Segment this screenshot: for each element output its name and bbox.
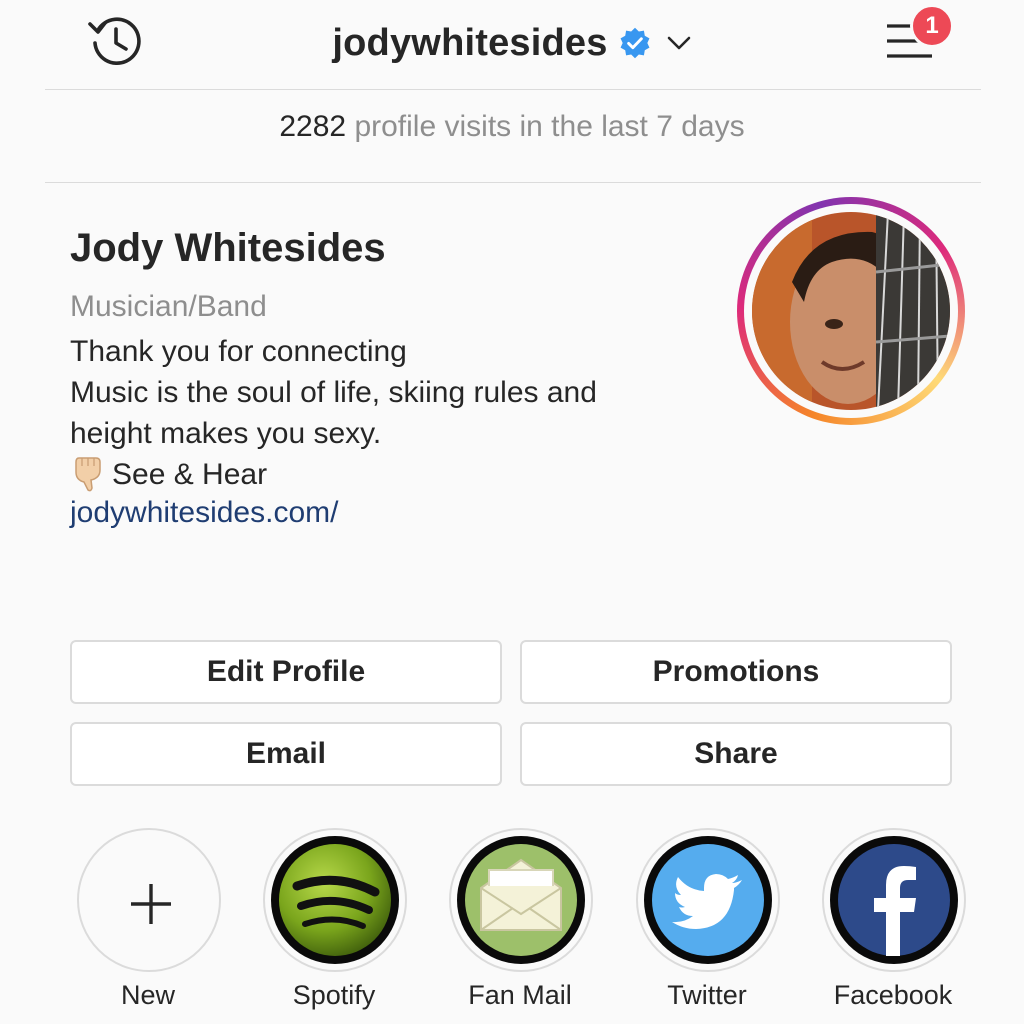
- highlight-label: Facebook: [833, 980, 953, 1010]
- avatar-photo-icon: [752, 212, 950, 410]
- divider: [45, 182, 981, 183]
- highlight-label: Twitter: [667, 980, 747, 1010]
- website-link[interactable]: jodywhitesides.com/: [70, 496, 338, 530]
- highlight-spotify[interactable]: Spotify: [259, 826, 409, 1016]
- avatar: [752, 212, 950, 410]
- highlight-facebook[interactable]: Facebook: [818, 826, 968, 1016]
- spotify-logo: [271, 836, 399, 964]
- highlight-cover: [263, 828, 407, 972]
- highlight-cover: [449, 828, 593, 972]
- highlight-label: Fan Mail: [468, 980, 572, 1010]
- notification-badge: 1: [910, 4, 954, 48]
- profile-name: Jody Whitesides: [70, 226, 386, 270]
- highlight-label: Spotify: [292, 980, 376, 1010]
- avatar-ring-gap: [744, 204, 958, 418]
- pointing-down-hand-icon: [75, 457, 101, 492]
- highlight-label: New: [120, 980, 175, 1010]
- facebook-f-icon: [830, 836, 958, 964]
- share-button[interactable]: Share: [520, 722, 952, 786]
- highlight-new[interactable]: New: [73, 826, 223, 1016]
- verified-badge-icon: [620, 27, 650, 59]
- avatar-story-ring[interactable]: [737, 197, 965, 425]
- email-button[interactable]: Email: [70, 722, 502, 786]
- bio-line: See & Hear: [70, 454, 690, 495]
- bio-line: Thank you for connecting: [70, 335, 407, 368]
- chevron-down-icon: [667, 36, 690, 50]
- username-title: jodywhitesides: [332, 21, 608, 64]
- profile-bio: Thank you for connecting Music is the so…: [70, 331, 690, 495]
- top-bar: jodywhitesides 1: [0, 0, 1024, 88]
- highlight-cover: [636, 828, 780, 972]
- highlight-cover: [822, 828, 966, 972]
- visit-text: profile visits in the last 7 days: [346, 110, 745, 143]
- account-switcher[interactable]: jodywhitesides: [0, 18, 1024, 68]
- profile-visits-insight[interactable]: 2282 profile visits in the last 7 days: [0, 110, 1024, 156]
- twitter-bird-icon: [644, 836, 772, 964]
- plus-icon: [131, 884, 171, 924]
- highlight-cover: [77, 828, 221, 972]
- highlight-twitter[interactable]: Twitter: [632, 826, 782, 1016]
- edit-profile-button[interactable]: Edit Profile: [70, 640, 502, 704]
- profile-category: Musician/Band: [70, 290, 267, 323]
- highlight-fan-mail[interactable]: Fan Mail: [445, 826, 595, 1016]
- divider: [45, 89, 981, 90]
- promotions-button[interactable]: Promotions: [520, 640, 952, 704]
- envelope-icon: [457, 836, 585, 964]
- bio-line: Music is the soul of life, skiing rules …: [70, 376, 597, 409]
- bio-line: height makes you sexy.: [70, 417, 382, 450]
- visit-count: 2282: [279, 110, 347, 143]
- see-hear-text: See & Hear: [112, 458, 268, 491]
